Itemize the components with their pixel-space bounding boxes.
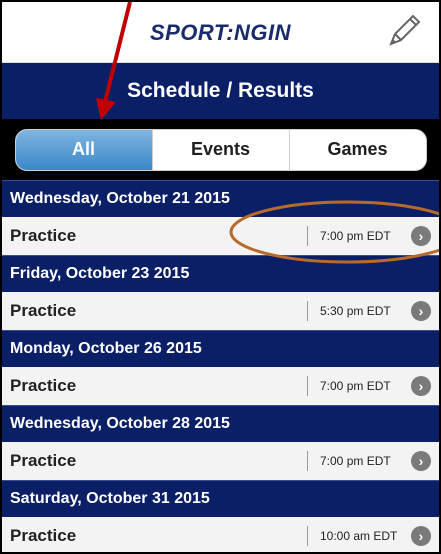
date-header: Friday, October 23 2015 <box>2 255 439 292</box>
event-row[interactable]: Practice 7:00 pm EDT › <box>2 367 439 405</box>
event-time: 7:00 pm EDT <box>320 229 391 243</box>
tab-games[interactable]: Games <box>288 129 426 170</box>
app-frame: SPORT:NGIN Schedule / Results All Events… <box>0 0 441 554</box>
date-header: Monday, October 26 2015 <box>2 330 439 367</box>
top-bar: SPORT:NGIN <box>2 2 439 63</box>
event-row[interactable]: Practice 7:00 pm EDT › <box>2 442 439 480</box>
chevron-right-icon[interactable]: › <box>411 526 431 546</box>
date-header: Saturday, October 31 2015 <box>2 480 439 517</box>
page-title: Schedule / Results <box>2 63 439 119</box>
event-time: 5:30 pm EDT <box>320 304 391 318</box>
date-header: Wednesday, October 28 2015 <box>2 405 439 442</box>
divider <box>307 526 308 546</box>
divider <box>307 451 308 471</box>
chevron-right-icon[interactable]: › <box>411 376 431 396</box>
filter-segmented-control: All Events Games <box>14 128 427 171</box>
chevron-right-icon[interactable]: › <box>411 226 431 246</box>
event-time: 7:00 pm EDT <box>320 454 391 468</box>
divider <box>307 376 308 396</box>
event-time: 10:00 am EDT <box>320 529 398 543</box>
tab-events[interactable]: Events <box>151 129 289 170</box>
event-row[interactable]: Practice 5:30 pm EDT › <box>2 292 439 330</box>
chevron-right-icon[interactable]: › <box>411 451 431 471</box>
divider <box>307 301 308 321</box>
app-logo: SPORT:NGIN <box>149 20 292 45</box>
pencil-icon[interactable] <box>383 12 423 52</box>
chevron-right-icon[interactable]: › <box>411 301 431 321</box>
event-row[interactable]: Practice 10:00 am EDT › <box>2 517 439 552</box>
event-time: 7:00 pm EDT <box>320 379 391 393</box>
tab-all[interactable]: All <box>15 129 152 170</box>
date-header: Wednesday, October 21 2015 <box>2 180 439 217</box>
divider <box>307 226 308 246</box>
filter-bar: All Events Games <box>2 119 439 180</box>
event-row[interactable]: Practice 7:00 pm EDT › <box>2 217 439 255</box>
